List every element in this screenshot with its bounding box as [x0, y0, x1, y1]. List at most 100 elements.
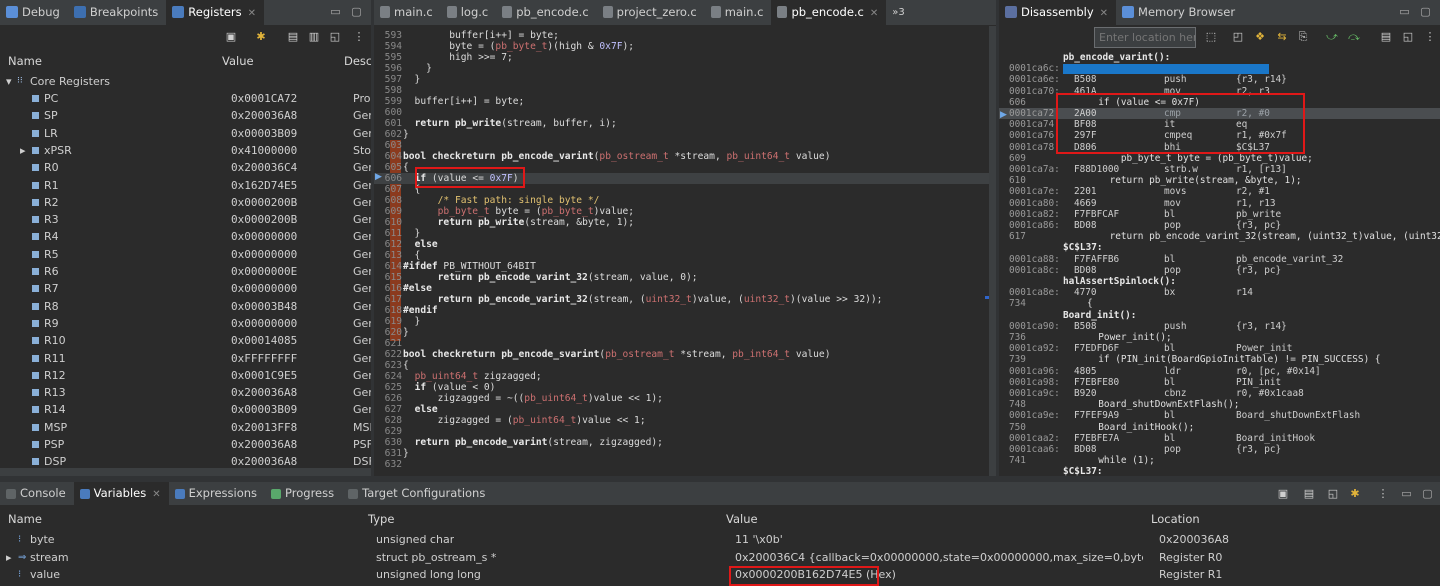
tab-project-zero-c[interactable]: project_zero.c	[597, 0, 705, 26]
register-value[interactable]: 0x00014085	[231, 332, 297, 349]
code-line[interactable]: 611 }	[374, 228, 996, 239]
disassembly-line[interactable]: 0001ca88: F7FAFFB6 bl pb_encode_varint_32	[999, 254, 1440, 265]
register-value[interactable]: 0x0000000E	[231, 263, 297, 280]
variable-value[interactable]: 11 '\x0b'	[735, 531, 1143, 549]
tab-log-c[interactable]: log.c	[441, 0, 497, 26]
variable-row[interactable]: ⁝ value unsigned long long 0x0000200B162D74…	[0, 566, 1440, 584]
code-line[interactable]: 601 return pb_write(stream, buffer, i);	[374, 118, 996, 129]
code-line[interactable]: 626 zigzagged = ~((pb_uint64_t)value << …	[374, 393, 996, 404]
code-line[interactable]: 609 pb_byte_t byte = (pb_byte_t)value;	[374, 206, 996, 217]
disassembly-line[interactable]: 0001ca80: 4669 mov r1, r13	[999, 198, 1440, 209]
disassembly-line[interactable]: 609 pb_byte_t byte = (pb_byte_t)value;	[999, 153, 1440, 164]
expand-arrow-icon[interactable]: ▸	[6, 549, 12, 567]
variable-row[interactable]: ▸ ⇒ stream struct pb_ostream_s * 0x200036C4 …	[0, 549, 1440, 567]
editor-vscrollbar[interactable]	[989, 26, 996, 476]
col-var-value[interactable]: Value	[726, 508, 758, 530]
tab-breakpoints[interactable]: Breakpoints	[68, 0, 166, 26]
copy-icon[interactable]: ⎘	[1296, 30, 1310, 44]
register-row[interactable]: R14 0x00003B09 Ger	[0, 401, 371, 418]
register-row[interactable]: R2 0x0000200B Ger	[0, 194, 371, 211]
register-value[interactable]: 0x200036A8	[231, 107, 297, 124]
register-row[interactable]: R0 0x200036C4 Ger	[0, 159, 371, 176]
code-line[interactable]: 618 #endif	[374, 305, 996, 316]
register-value[interactable]: 0x00003B09	[231, 401, 297, 418]
code-line[interactable]: 599 buffer[i++] = byte;	[374, 96, 996, 107]
code-line[interactable]: 598	[374, 85, 996, 96]
code-line[interactable]: 613 {	[374, 250, 996, 261]
register-row[interactable]: R11 0xFFFFFFFF Ger	[0, 350, 371, 367]
register-row[interactable]: R10 0x00014085 Ger	[0, 332, 371, 349]
col-name[interactable]: Name	[8, 50, 42, 72]
disassembly-line[interactable]: 0001ca8e: 4770 bx r14	[999, 287, 1440, 298]
disassembly-line[interactable]: 734 {	[999, 298, 1440, 309]
layout-icon[interactable]: ▤	[1302, 487, 1316, 501]
register-value[interactable]: 0x00000000	[231, 315, 297, 332]
register-group-core[interactable]: ▾ ⁝⁝ Core Registers	[0, 73, 371, 90]
code-line[interactable]: 625 if (value < 0)	[374, 382, 996, 393]
tab-disassembly[interactable]: Disassembly ✕	[999, 0, 1117, 26]
location-input[interactable]	[1094, 27, 1196, 48]
register-value[interactable]: 0x0000200B	[231, 194, 297, 211]
minimize-icon[interactable]: ▭	[1401, 488, 1412, 499]
close-icon[interactable]: ✕	[248, 8, 256, 19]
tab-variables[interactable]: Variables ✕	[73, 482, 169, 506]
register-value[interactable]: 0x00000000	[231, 228, 297, 245]
step-into-icon[interactable]: ⤼	[1347, 30, 1361, 44]
disassembly-line[interactable]: 0001ca82: F7FBFCAF bl pb_write	[999, 209, 1440, 220]
code-line[interactable]: 630 return pb_encode_varint(stream, zigz…	[374, 437, 996, 448]
register-row[interactable]: R5 0x00000000 Ger	[0, 246, 371, 263]
variable-row[interactable]: ⁝ byte unsigned char 11 '\x0b' 0x200036A8	[0, 531, 1440, 549]
disassembly-line[interactable]: Board_init():	[999, 310, 1440, 321]
step-over-icon[interactable]: ⤻	[1325, 30, 1339, 44]
tab-progress[interactable]: Progress	[265, 482, 342, 506]
maximize-icon[interactable]: ▢	[1420, 6, 1431, 17]
code-line[interactable]: 597 }	[374, 74, 996, 85]
register-value[interactable]: 0x0001C9E5	[231, 367, 297, 384]
tab-expressions[interactable]: Expressions	[169, 482, 265, 506]
code-line[interactable]: 631}	[374, 448, 996, 459]
register-value[interactable]: 0x00000000	[231, 246, 297, 263]
register-row[interactable]: R13 0x200036A8 Ger	[0, 384, 371, 401]
code-line[interactable]: 593 buffer[i++] = byte;	[374, 30, 996, 41]
collapse-all-icon[interactable]: ▣	[1276, 487, 1290, 501]
code-line[interactable]: 614 #ifdef PB_WITHOUT_64BIT	[374, 261, 996, 272]
layout-icon[interactable]: ▥	[307, 30, 321, 44]
view-menu-icon[interactable]: ⋮	[1376, 487, 1390, 501]
disassembly-line[interactable]: 0001ca9e: F7FEF9A9 bl Board_shutDownExtFlas…	[999, 410, 1440, 421]
register-row[interactable]: R6 0x0000000E Ger	[0, 263, 371, 280]
register-row[interactable]: R8 0x00003B48 Ger	[0, 298, 371, 315]
disassembly-line[interactable]: 0001ca9c: B920 cbnz r0, #0x1caa8	[999, 388, 1440, 399]
tab-memory-browser[interactable]: Memory Browser	[1116, 0, 1243, 26]
code-area[interactable]: 593 buffer[i++] = byte; 594 byte = (pb_by…	[374, 26, 996, 476]
code-line[interactable]: 616 #else	[374, 283, 996, 294]
disassembly-line[interactable]: halAssertSpinlock():	[999, 276, 1440, 287]
maximize-icon[interactable]: ▢	[1422, 488, 1433, 499]
disassembly-line[interactable]: 0001ca92: F7EDFD6F bl Power_init	[999, 343, 1440, 354]
refresh-icon[interactable]: ❖	[1253, 30, 1267, 44]
disassembly-line[interactable]: 750 Board_initHook();	[999, 422, 1440, 433]
code-line[interactable]: 628 zigzagged = (pb_uint64_t)value << 1;	[374, 415, 996, 426]
disassembly-line[interactable]: $C$L37:	[999, 466, 1440, 476]
tab-registers[interactable]: Registers ✕	[166, 0, 265, 26]
disassembly-line[interactable]: 0001ca96: 4805 ldr r0, [pc, #0x14]	[999, 366, 1440, 377]
expand-arrow-icon[interactable]: ▾	[6, 73, 12, 90]
code-line[interactable]: 608 /* Fast path: single byte */	[374, 195, 996, 206]
register-row[interactable]: R9 0x00000000 Ger	[0, 315, 371, 332]
code-line[interactable]: 595 high >>= 7;	[374, 52, 996, 63]
disassembly-line[interactable]: 736 Power_init();	[999, 332, 1440, 343]
disassembly-line[interactable]: 748 Board_shutDownExtFlash();	[999, 399, 1440, 410]
new-group-icon[interactable]: ▤	[286, 30, 300, 44]
disassembly-line[interactable]: 0001ca7e: 2201 movs r2, #1	[999, 186, 1440, 197]
register-row[interactable]: PSP 0x200036A8 PSF	[0, 436, 371, 453]
refresh-icon[interactable]: ✱	[1348, 487, 1362, 501]
code-line[interactable]: 629	[374, 426, 996, 437]
view-menu-icon[interactable]: ⋮	[352, 30, 366, 44]
register-row[interactable]: R1 0x162D74E5 Ger	[0, 177, 371, 194]
code-line[interactable]: 596 }	[374, 63, 996, 74]
registers-hscrollbar[interactable]	[0, 468, 371, 476]
register-value[interactable]: 0x0000200B	[231, 211, 297, 228]
code-line[interactable]: 622 bool checkreturn pb_encode_svarint(pb…	[374, 349, 996, 360]
register-row[interactable]: R3 0x0000200B Ger	[0, 211, 371, 228]
disassembly-line[interactable]: 0001ca90: B508 push {r3, r14}	[999, 321, 1440, 332]
register-value[interactable]: 0x200036A8	[231, 436, 297, 453]
